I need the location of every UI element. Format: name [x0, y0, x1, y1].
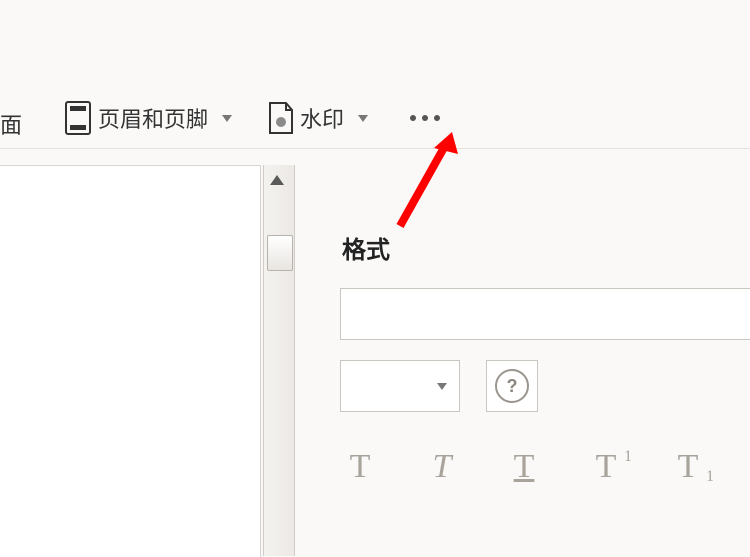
chevron-down-icon [222, 115, 232, 122]
header-footer-label: 页眉和页脚 [98, 102, 208, 134]
chevron-down-icon [358, 115, 368, 122]
format-row-2: ? [340, 360, 538, 412]
watermark-button[interactable]: 水印 [258, 88, 376, 148]
format-underline[interactable]: T [504, 448, 544, 486]
more-button[interactable] [402, 88, 448, 148]
format-italic[interactable]: T [422, 448, 462, 486]
format-panel: 格式 ? T T T T1 T1 [310, 160, 750, 556]
format-subscript[interactable]: T1 [668, 448, 708, 486]
text-format-buttons: T T T T1 T1 [340, 448, 708, 486]
style-dropdown[interactable] [340, 288, 750, 340]
toolbar: 页眉和页脚 水印 [0, 88, 750, 149]
format-superscript[interactable]: T1 [586, 448, 626, 486]
scroll-up-icon[interactable] [270, 175, 284, 185]
format-normal[interactable]: T [340, 448, 380, 486]
help-icon: ? [495, 369, 529, 403]
panel-title: 格式 [342, 230, 750, 265]
header-footer-icon [64, 101, 92, 135]
watermark-icon [266, 101, 294, 135]
document-canvas[interactable] [0, 165, 261, 557]
chevron-down-icon [437, 383, 447, 390]
scroll-thumb[interactable] [267, 235, 293, 271]
header-footer-button[interactable]: 页眉和页脚 [56, 88, 240, 148]
vertical-scrollbar[interactable] [263, 165, 295, 556]
size-dropdown[interactable] [340, 360, 460, 412]
help-button[interactable]: ? [486, 360, 538, 412]
more-icon [410, 115, 440, 121]
watermark-label: 水印 [300, 102, 344, 134]
